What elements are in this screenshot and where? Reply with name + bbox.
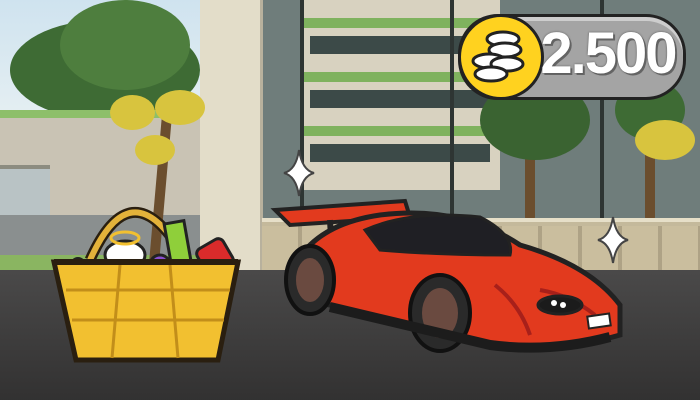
coin-badge [458, 14, 544, 100]
car-windshield [362, 213, 513, 257]
gift-basket[interactable] [40, 180, 250, 370]
sparkle-icon [597, 216, 629, 264]
red-sports-car[interactable] [270, 195, 630, 365]
game-scene: 2.500 [0, 0, 700, 400]
sparkle-icon [283, 149, 315, 197]
coin-count: 2.500 [540, 21, 677, 86]
window-mullion [450, 0, 454, 222]
background-tree [60, 0, 190, 90]
coin-stack-icon [471, 30, 525, 83]
license-plate [586, 312, 612, 330]
